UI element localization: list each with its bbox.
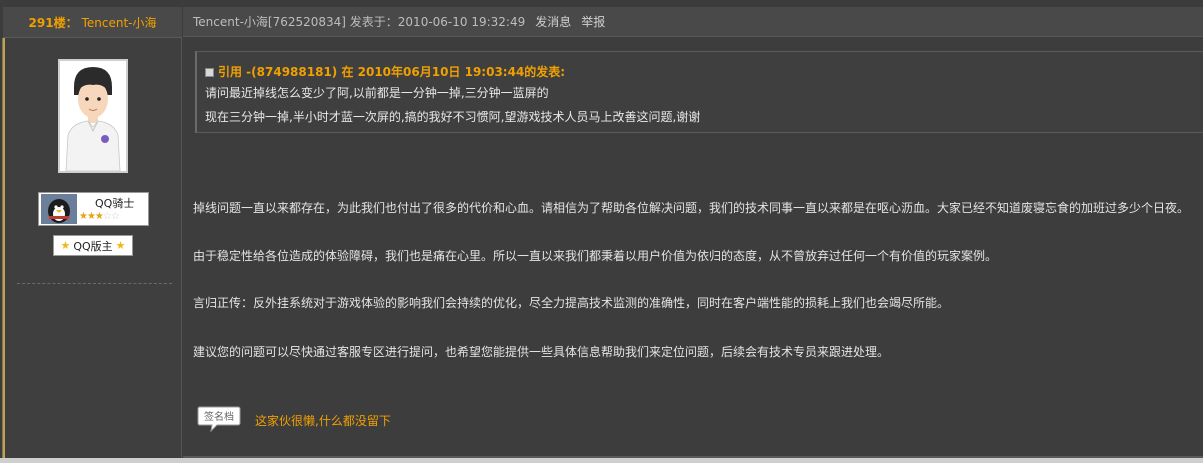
quote-header-text: 引用 -(874988181) 在 2010年06月10日 19:03:44的发… — [218, 65, 566, 79]
rank-stars: ★★★☆☆ — [79, 211, 120, 222]
avatar-image — [60, 61, 126, 171]
post-meta: Tencent-小海[762520834] 发表于：2010-06-10 19:… — [193, 15, 526, 29]
reply-paragraph: 掉线问题一直以来都存在，为此我们也付出了很多的代价和心血。请相信为了帮助各位解决… — [193, 201, 1190, 215]
reply-paragraph: 言归正传：反外挂系统对于游戏体验的影响我们会持续的优化，尽全力提高技术监测的准确… — [193, 296, 950, 310]
rank-name: QQ骑士 — [95, 197, 135, 210]
post-meta-bar: Tencent-小海[762520834] 发表于：2010-06-10 19:… — [183, 7, 1203, 37]
reply-paragraph: 建议您的问题可以尽快通过客服专区进行提问，也希望您能提供一些具体信息帮助我们来定… — [193, 345, 890, 359]
signature-icon-label: 签名档 — [204, 410, 234, 423]
signature-icon: 签名档 — [197, 406, 241, 432]
post-content: 引用 -(874988181) 在 2010年06月10日 19:03:44的发… — [183, 38, 1203, 463]
forum-post: 291楼： Tencent-小海 Tencent-小海[762520834] 发… — [0, 0, 1203, 463]
quote-header: 引用 -(874988181) 在 2010年06月10日 19:03:44的发… — [205, 63, 565, 80]
signature-text: 这家伙很懒,什么都没留下 — [255, 414, 391, 428]
quote-icon — [205, 68, 214, 77]
star-icon: ★ — [60, 239, 71, 252]
star-icon: ★ — [115, 239, 126, 252]
post-floor-header: 291楼： Tencent-小海 — [3, 7, 182, 38]
star-empty-icon: ☆☆ — [102, 211, 120, 222]
author-sidebar: QQ骑士 ★★★☆☆ ★ QQ版主 ★ — [2, 38, 182, 463]
moderator-label: QQ版主 — [73, 239, 113, 253]
quote-block: 引用 -(874988181) 在 2010年06月10日 19:03:44的发… — [195, 51, 1203, 133]
quote-line: 请问最近掉线怎么变少了阿,以前都是一分钟一掉,三分钟一蓝屏的 — [205, 86, 549, 100]
penguin-icon — [41, 194, 77, 224]
avatar[interactable] — [58, 59, 128, 173]
rank-card: QQ骑士 ★★★☆☆ — [38, 192, 149, 226]
quote-line: 现在三分钟一掉,半小时才蓝一次屏的,搞的我好不习惯阿,望游戏技术人员马上改善这问… — [205, 110, 701, 124]
reply-paragraph: 由于稳定性给各位造成的体验障碍，我们也是痛在心里。所以一直以来我们都秉着以用户价… — [193, 249, 998, 263]
page-bottom-border — [0, 458, 1203, 463]
author-name-link[interactable]: Tencent-小海 — [82, 14, 157, 31]
moderator-badge: ★ QQ版主 ★ — [53, 235, 133, 256]
send-message-link[interactable]: 发消息 — [535, 13, 571, 30]
report-link[interactable]: 举报 — [581, 13, 605, 30]
floor-number: 291楼： — [28, 15, 78, 30]
divider — [17, 283, 172, 284]
star-filled-icon: ★★★ — [79, 211, 104, 222]
